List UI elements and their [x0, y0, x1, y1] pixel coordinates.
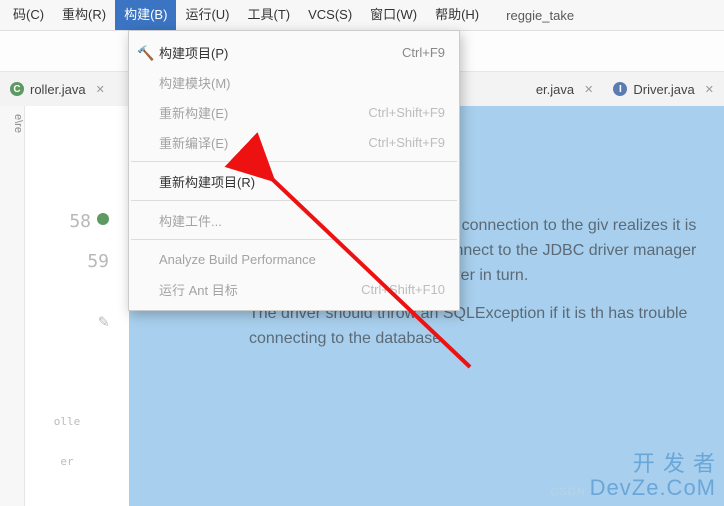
menu-refactor[interactable]: 重构(R)	[53, 0, 115, 30]
tab-driver[interactable]: I Driver.java ✕	[603, 72, 724, 106]
menu-vcs[interactable]: VCS(S)	[299, 0, 361, 30]
menubar: 码(C) 重构(R) 构建(B) 运行(U) 工具(T) VCS(S) 窗口(W…	[0, 0, 724, 31]
menu-item-analyze: Analyze Build Performance	[129, 244, 459, 274]
open-file-name: reggie_take	[506, 8, 574, 23]
menu-tools[interactable]: 工具(T)	[238, 0, 299, 30]
tab-roller[interactable]: C roller.java ✕	[0, 72, 115, 106]
line-number: 58	[25, 202, 109, 242]
watermark: 开 发 者 CSDNDevZe.CoM	[550, 452, 716, 500]
separator	[131, 239, 457, 240]
hammer-icon: 🔨	[137, 45, 154, 62]
separator	[131, 161, 457, 162]
menu-build[interactable]: 构建(B)	[115, 0, 176, 30]
tab-label: roller.java	[30, 82, 86, 97]
menu-window[interactable]: 窗口(W)	[361, 0, 426, 30]
menu-item-build-project[interactable]: 🔨 构建项目(P) Ctrl+F9	[129, 37, 459, 67]
close-icon[interactable]: ✕	[96, 83, 105, 96]
menu-item-rebuild: 重新构建(E)Ctrl+Shift+F9	[129, 97, 459, 127]
menu-run[interactable]: 运行(U)	[176, 0, 238, 30]
interface-icon: I	[613, 82, 627, 96]
edit-icon: ✎	[25, 302, 109, 342]
menu-help[interactable]: 帮助(H)	[426, 0, 488, 30]
menu-item-rebuild-project[interactable]: 重新构建项目(R)	[129, 166, 459, 196]
line-number: 59	[25, 242, 109, 282]
separator	[131, 200, 457, 201]
menu-item-build-artifacts: 构建工件...	[129, 205, 459, 235]
tab-er[interactable]: er.java ✕	[526, 72, 604, 106]
build-menu-dropdown: 🔨 构建项目(P) Ctrl+F9 构建模块(M) 重新构建(E)Ctrl+Sh…	[128, 30, 460, 311]
run-gutter-icon[interactable]	[97, 213, 109, 225]
shortcut: Ctrl+F9	[402, 45, 445, 60]
project-panel-tab[interactable]: e\re	[0, 106, 25, 506]
tab-label: Driver.java	[633, 82, 694, 97]
close-icon[interactable]: ✕	[584, 83, 593, 96]
menu-item-ant: 运行 Ant 目标Ctrl+Shift+F10	[129, 274, 459, 304]
menu-code[interactable]: 码(C)	[4, 0, 53, 30]
menu-item-recompile: 重新编译(E)Ctrl+Shift+F9	[129, 127, 459, 157]
gutter: 58 59 ✎ olleer	[25, 106, 129, 506]
tab-label: er.java	[536, 82, 574, 97]
close-icon[interactable]: ✕	[705, 83, 714, 96]
class-icon: C	[10, 82, 24, 96]
menu-item-build-module: 构建模块(M)	[129, 67, 459, 97]
